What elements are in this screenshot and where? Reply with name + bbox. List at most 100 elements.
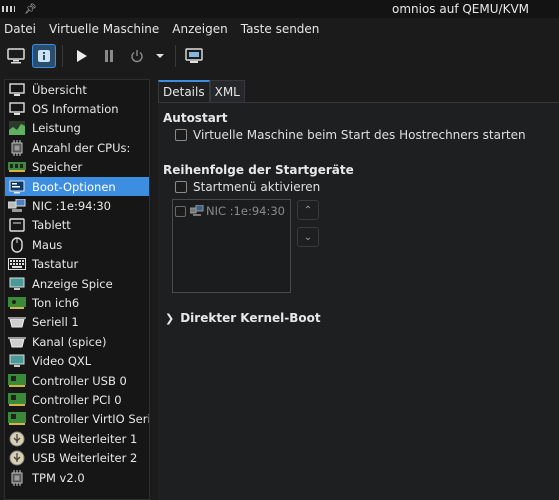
sidebar-item-controller-pci[interactable]: Controller PCI 0	[5, 390, 149, 409]
autostart-checkbox[interactable]	[175, 129, 187, 141]
screenshot-icon	[185, 48, 203, 63]
menu-datei[interactable]: Datei	[4, 22, 36, 36]
usb-redirect-icon	[8, 450, 26, 466]
sidebar-item-label: Anzahl der CPUs:	[32, 140, 131, 155]
sidebar-item-label: Kanal (spice)	[32, 334, 107, 349]
chevron-down-icon: ⌄	[303, 231, 313, 243]
tab-details[interactable]: Details	[158, 80, 210, 103]
pause-button[interactable]	[97, 44, 121, 68]
mouse-icon	[8, 237, 26, 253]
pause-icon	[105, 50, 113, 62]
info-icon	[38, 50, 50, 62]
tpm-icon	[8, 469, 26, 486]
sidebar-item-label: Controller PCI 0	[32, 392, 122, 407]
run-button[interactable]	[69, 44, 93, 68]
monitor-icon	[8, 101, 26, 117]
chevron-right-icon: ❯	[165, 311, 175, 325]
display-icon	[8, 276, 26, 292]
shutdown-button[interactable]	[125, 44, 149, 68]
usb-redirect-icon	[8, 431, 26, 447]
sidebar-item-tpm[interactable]: TPM v2.0	[5, 468, 149, 487]
sidebar-item-controller-virtio-seriell[interactable]: Controller VirtIO Seriell 0	[5, 410, 149, 429]
details-button[interactable]	[32, 44, 56, 68]
power-icon	[131, 50, 143, 63]
sidebar-item-label: Maus	[32, 237, 63, 252]
kernel-boot-expander[interactable]: ❯ Direkter Kernel-Boot	[165, 311, 321, 325]
tab-bar: Details XML	[158, 80, 245, 103]
sidebar-item-uebersicht[interactable]: Übersicht	[5, 80, 149, 99]
menu-taste-senden[interactable]: Taste senden	[241, 22, 320, 36]
move-down-button[interactable]: ⌄	[297, 227, 319, 247]
sidebar-item-maus[interactable]: Maus	[5, 235, 149, 254]
app-logo-icon	[2, 4, 16, 14]
sidebar-item-nic[interactable]: NIC :1e:94:30	[5, 196, 149, 215]
autostart-heading: Autostart	[163, 111, 228, 125]
screenshot-button[interactable]	[182, 44, 206, 68]
sidebar-item-boot-optionen[interactable]: Boot-Optionen	[5, 176, 149, 197]
sidebar-item-label: Übersicht	[32, 82, 87, 97]
details-panel: Autostart Virtuelle Maschine beim Start …	[158, 102, 559, 500]
sidebar-item-cpus[interactable]: Anzahl der CPUs:	[5, 138, 149, 157]
bootorder-heading: Reihenfolge der Startgeräte	[163, 163, 354, 177]
title-bar: 📌︎ omnios auf QEMU/KVM	[0, 0, 559, 18]
bootmenu-checkbox[interactable]	[175, 181, 187, 193]
menu-virtuelle-maschine[interactable]: Virtuelle Maschine	[49, 22, 159, 36]
channel-icon	[8, 334, 26, 350]
controller-icon	[8, 392, 26, 408]
kernel-boot-label: Direkter Kernel-Boot	[180, 311, 321, 325]
sidebar-item-os-information[interactable]: OS Information	[5, 99, 149, 118]
sidebar-item-label: Video QXL	[32, 354, 92, 369]
play-icon	[77, 50, 87, 62]
sidebar-item-label: USB Weiterleiter 2	[32, 451, 138, 466]
sidebar-item-video-qxl[interactable]: Video QXL	[5, 351, 149, 370]
sidebar-item-label: Tablett	[32, 218, 71, 233]
sidebar-item-usb-weiterleiter-2[interactable]: USB Weiterleiter 2	[5, 448, 149, 467]
cpu-icon	[8, 139, 26, 156]
monitor-icon	[7, 48, 25, 64]
sidebar-item-label: Boot-Optionen	[32, 179, 116, 194]
autostart-checkbox-row[interactable]: Virtuelle Maschine beim Start des Hostre…	[175, 128, 526, 142]
bootmenu-checkbox-row[interactable]: Startmenü aktivieren	[175, 180, 320, 194]
sidebar-item-usb-weiterleiter-1[interactable]: USB Weiterleiter 1	[5, 429, 149, 448]
sidebar-item-leistung[interactable]: Leistung	[5, 119, 149, 138]
sidebar-item-label: Anzeige Spice	[32, 276, 113, 291]
menu-anzeigen[interactable]: Anzeigen	[172, 22, 227, 36]
boot-device-item[interactable]: NIC :1e:94:30	[173, 200, 290, 218]
sidebar-item-seriell-1[interactable]: Seriell 1	[5, 313, 149, 332]
sidebar-item-label: Speicher	[32, 160, 83, 175]
sidebar-item-tastatur[interactable]: Tastatur	[5, 255, 149, 274]
toolbar-separator	[62, 45, 63, 67]
autostart-checkbox-label: Virtuelle Maschine beim Start des Hostre…	[193, 128, 526, 142]
sidebar-item-anzeige-spice[interactable]: Anzeige Spice	[5, 274, 149, 293]
sidebar-item-ton[interactable]: Ton ich6	[5, 293, 149, 312]
sidebar-item-tablett[interactable]: Tablett	[5, 216, 149, 235]
tab-xml[interactable]: XML	[209, 80, 245, 103]
toolbar	[0, 40, 559, 72]
bootmenu-checkbox-label: Startmenü aktivieren	[193, 180, 321, 194]
pin-icon[interactable]: 📌︎	[24, 4, 37, 15]
sidebar-item-label: NIC :1e:94:30	[32, 199, 111, 214]
console-button[interactable]	[4, 44, 28, 68]
monitor-icon	[8, 82, 26, 98]
memory-icon	[8, 159, 26, 175]
boot-device-checkbox[interactable]	[175, 205, 186, 217]
sidebar-item-label: Tastatur	[32, 257, 79, 272]
sidebar-item-label: Leistung	[32, 121, 81, 136]
boot-device-label: NIC :1e:94:30	[206, 204, 285, 218]
sidebar-item-controller-usb[interactable]: Controller USB 0	[5, 371, 149, 390]
move-up-button[interactable]: ⌃	[297, 200, 319, 220]
hardware-list: Übersicht OS Information Leistung Anzahl…	[4, 79, 150, 500]
menubar: Datei Virtuelle Maschine Anzeigen Taste …	[0, 18, 559, 40]
sidebar-item-kanal[interactable]: Kanal (spice)	[5, 332, 149, 351]
video-icon	[8, 353, 26, 369]
controller-icon	[8, 373, 26, 389]
controller-icon	[8, 411, 26, 427]
sidebar-item-speicher[interactable]: Speicher	[5, 158, 149, 177]
chart-icon	[8, 120, 26, 136]
sidebar-item-label: Controller VirtIO Seriell 0	[32, 412, 149, 427]
sidebar-item-label: USB Weiterleiter 1	[32, 431, 138, 446]
chevron-down-icon	[156, 54, 164, 58]
keyboard-icon	[8, 256, 26, 272]
sidebar-item-label: Seriell 1	[32, 315, 79, 330]
shutdown-menu-button[interactable]	[153, 44, 167, 68]
